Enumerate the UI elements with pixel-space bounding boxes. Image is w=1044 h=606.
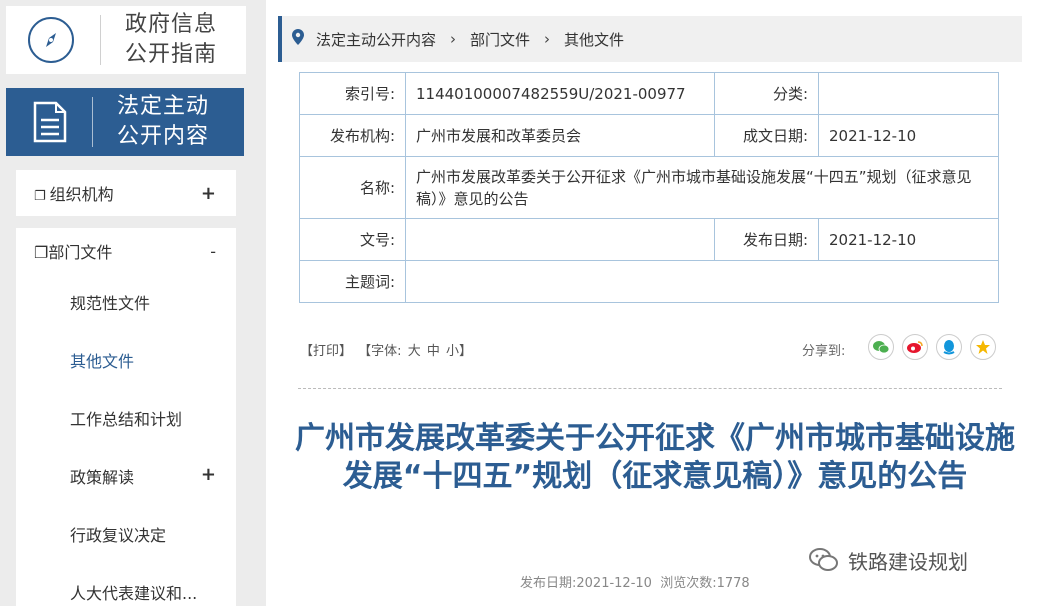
compass-icon [28, 17, 74, 63]
pub-date-value: 2021-12-10 [818, 218, 999, 261]
sidebar-item-admin-review[interactable]: 行政复议决定 [70, 522, 166, 546]
docno-label: 文号: [299, 218, 406, 261]
collapse-icon[interactable]: - [210, 242, 216, 261]
wechat-share-icon[interactable] [868, 334, 894, 360]
breadcrumb: 法定主动公开内容 › 部门文件 › 其他文件 [278, 16, 1022, 62]
publisher-label: 发布机构: [299, 114, 406, 157]
sidebar-item-other-docs[interactable]: 其他文件 [70, 348, 134, 372]
legal-content-link[interactable]: 法定主动 公开内容 [6, 88, 244, 156]
breadcrumb-item[interactable]: 其他文件 [564, 29, 624, 50]
wechat-logo-icon [809, 548, 838, 571]
chevron-right-icon: › [450, 30, 457, 48]
share-label: 分享到: [802, 344, 846, 359]
legal-content-title: 法定主动 公开内容 [117, 94, 210, 149]
font-medium-button[interactable]: 中 [427, 344, 440, 359]
subject-value [405, 260, 999, 303]
qq-share-icon[interactable] [936, 334, 962, 360]
divider [92, 97, 93, 147]
copy-icon: ❐ [34, 243, 49, 262]
sidebar-item-work-summary[interactable]: 工作总结和计划 [70, 406, 182, 430]
divider [100, 15, 101, 65]
pub-date-label: 发布日期: [714, 218, 819, 261]
index-value: 11440100007482559U/2021-00977 [405, 72, 715, 115]
expand-icon[interactable]: + [201, 464, 216, 485]
publisher-value: 广州市发展和改革委员会 [405, 114, 715, 157]
nav-dept-files-group: ❐部门文件 - 规范性文件 其他文件 工作总结和计划 政策解读 + 行政复议决定… [16, 228, 236, 606]
watermark: 铁路建设规划 [808, 544, 968, 576]
breadcrumb-item[interactable]: 部门文件 [470, 29, 530, 50]
expand-icon[interactable]: + [201, 183, 216, 204]
main-content: 法定主动公开内容 › 部门文件 › 其他文件 索引号: 114401000074… [266, 0, 1044, 606]
document-icon [33, 101, 67, 143]
nav-dept-label: 部门文件 [48, 243, 113, 262]
subject-label: 主题词: [299, 260, 406, 303]
written-date-label: 成文日期: [714, 114, 819, 157]
name-label: 名称: [299, 156, 406, 219]
name-value: 广州市发展改革委关于公开征求《广州市城市基础设施发展“十四五”规划（征求意见稿）… [405, 156, 999, 219]
copy-icon: ❐ [34, 189, 46, 204]
chevron-right-icon: › [544, 30, 551, 48]
category-label: 分类: [714, 72, 819, 115]
guide-title: 政府信息 公开指南 [125, 12, 218, 67]
written-date-value: 2021-12-10 [818, 114, 999, 157]
guide-link[interactable]: 政府信息 公开指南 [6, 6, 246, 74]
breadcrumb-item[interactable]: 法定主动公开内容 [316, 29, 436, 50]
weibo-share-icon[interactable] [902, 334, 928, 360]
divider [298, 388, 1002, 389]
category-value [818, 72, 999, 115]
sidebar-item-normative-docs[interactable]: 规范性文件 [70, 290, 150, 314]
nav-dept-files[interactable]: ❐部门文件 - [16, 228, 236, 274]
nav-org-structure[interactable]: ❐ 组织机构 + [16, 170, 236, 216]
article-pub-info: 发布日期:2021-12-10 浏览次数:1778 [520, 576, 750, 591]
font-small-button[interactable]: 小】 [446, 344, 472, 359]
article-tools: 【打印】 【字体: 大 中 小】 [300, 340, 474, 359]
index-label: 索引号: [299, 72, 406, 115]
watermark-text: 铁路建设规划 [848, 549, 968, 574]
sidebar-item-policy-interpretation[interactable]: 政策解读 [70, 464, 134, 488]
location-pin-icon [292, 29, 304, 49]
font-large-button[interactable]: 大 [408, 344, 421, 359]
nav-org-label: 组织机构 [49, 185, 114, 204]
font-size-label: 【字体: [358, 344, 402, 359]
sidebar-item-npc-suggestions[interactable]: 人大代表建议和... [70, 580, 197, 604]
metadata-table: 索引号: 11440100007482559U/2021-00977 分类: 发… [299, 72, 999, 303]
print-button[interactable]: 【打印】 [300, 344, 352, 359]
qzone-share-icon[interactable] [970, 334, 996, 360]
article-title: 广州市发展改革委关于公开征求《广州市城市基础设施发展“十四五”规划（征求意见稿）… [295, 421, 1015, 494]
docno-value [405, 218, 715, 261]
